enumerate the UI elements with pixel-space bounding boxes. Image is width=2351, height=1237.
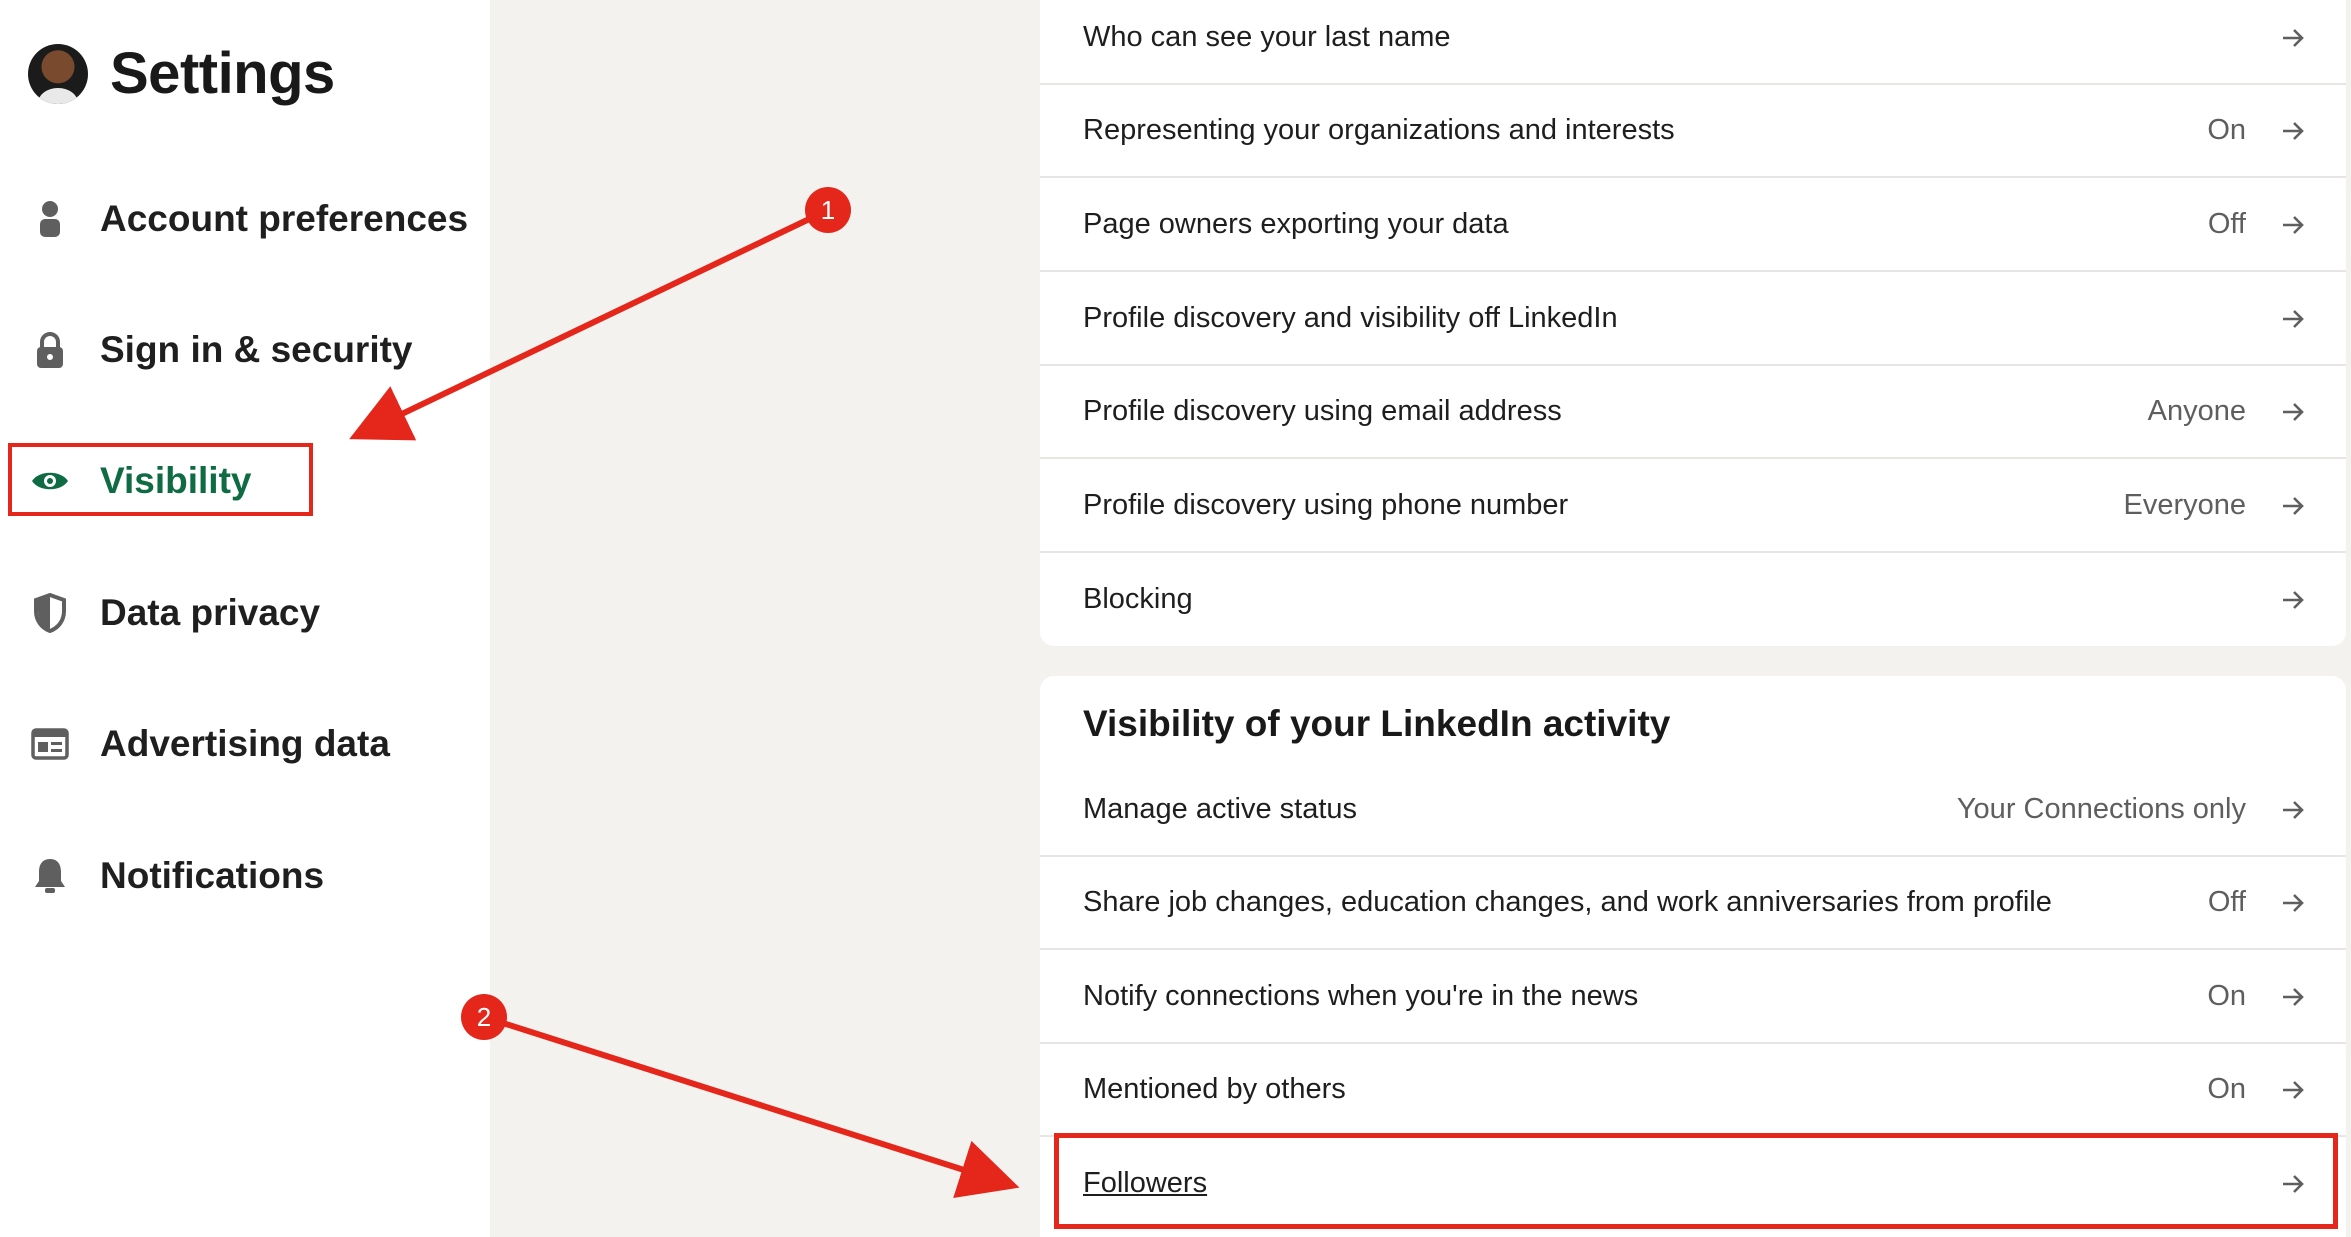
- step-badge-2: 2: [461, 994, 507, 1040]
- svg-text:1: 1: [821, 195, 835, 225]
- arrow-to-followers: [483, 1014, 1020, 1199]
- svg-text:2: 2: [477, 1002, 491, 1032]
- step-badge-1: 1: [805, 187, 851, 233]
- annotation-overlay: 1 2: [349, 187, 1020, 1199]
- arrow-to-visibility: [349, 208, 828, 441]
